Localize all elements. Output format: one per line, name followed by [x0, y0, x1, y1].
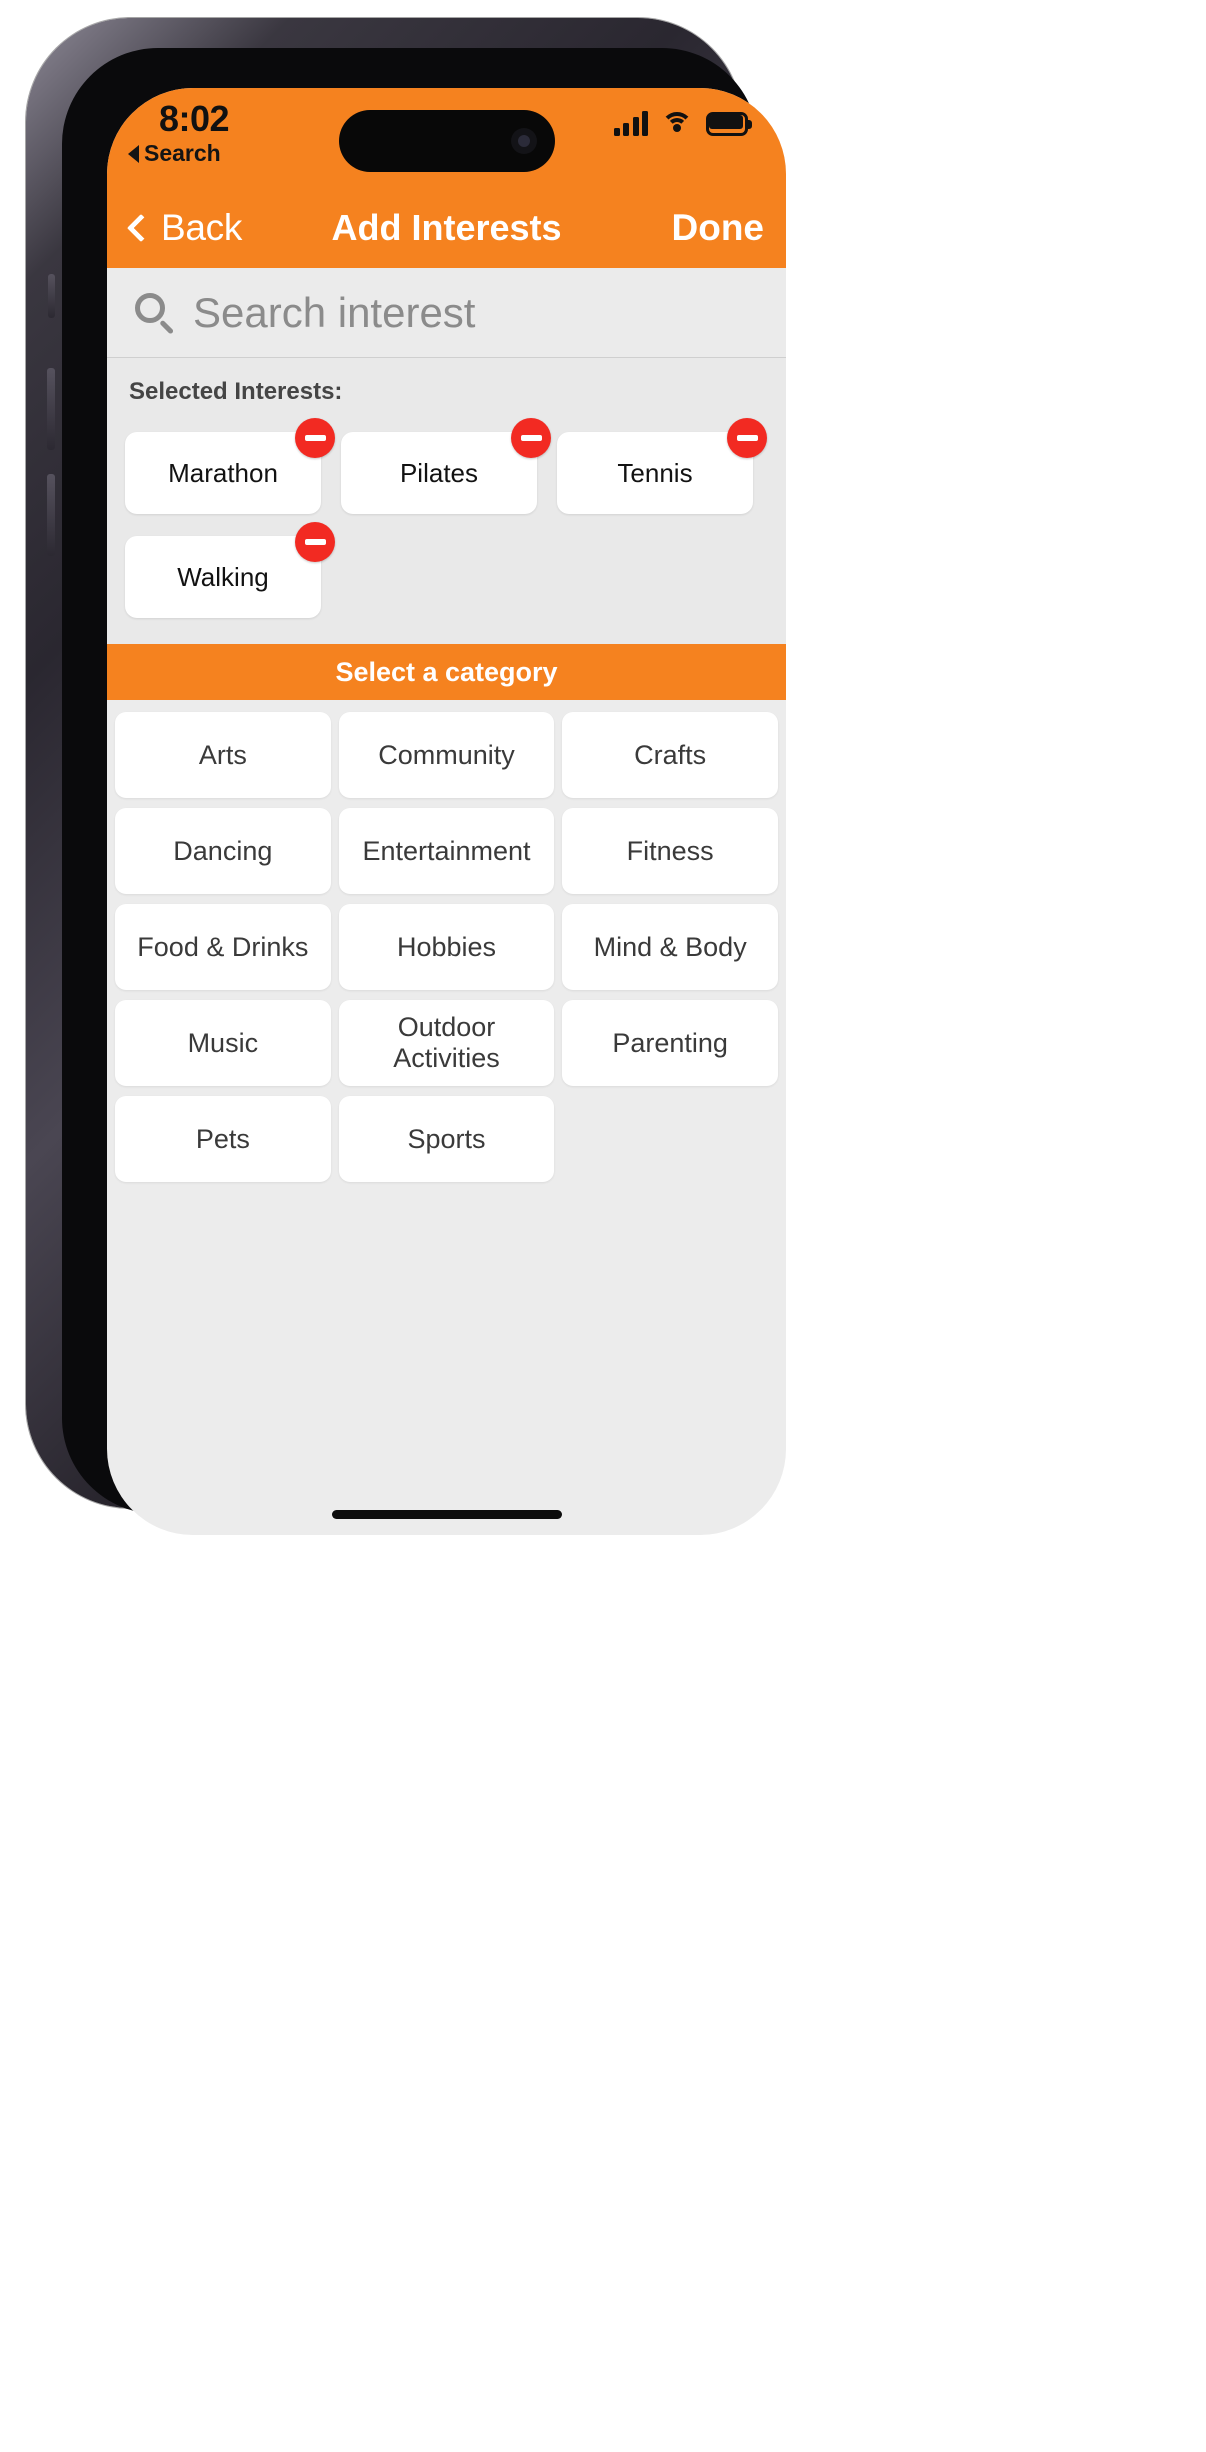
- category-card[interactable]: Outdoor Activities: [339, 1000, 555, 1086]
- wifi-icon: [661, 110, 693, 136]
- minus-bar: [305, 435, 326, 441]
- minus-circle-icon[interactable]: [727, 418, 767, 458]
- volume-up-button[interactable]: [47, 368, 55, 450]
- category-card[interactable]: Crafts: [562, 712, 778, 798]
- category-card[interactable]: Community: [339, 712, 555, 798]
- category-card[interactable]: Parenting: [562, 1000, 778, 1086]
- back-button[interactable]: Back: [125, 207, 242, 249]
- search-bar[interactable]: [107, 268, 786, 358]
- category-card[interactable]: Hobbies: [339, 904, 555, 990]
- page-title: Add Interests: [331, 207, 561, 249]
- silent-switch[interactable]: [48, 274, 55, 318]
- status-indicators: [614, 110, 753, 136]
- home-indicator[interactable]: [332, 1510, 562, 1519]
- selected-interests-section: Selected Interests: MarathonPilatesTenni…: [107, 358, 786, 644]
- selected-interest-chip[interactable]: Pilates: [341, 432, 537, 514]
- back-to-app-label: Search: [144, 140, 221, 167]
- phone-screen: 8:02 Search: [107, 88, 786, 1535]
- category-card[interactable]: Mind & Body: [562, 904, 778, 990]
- minus-bar: [737, 435, 758, 441]
- done-button[interactable]: Done: [672, 207, 765, 249]
- selected-interest-item: Walking: [125, 536, 321, 618]
- select-category-banner: Select a category: [107, 644, 786, 700]
- minus-circle-icon[interactable]: [295, 522, 335, 562]
- screenshot-root: 8:02 Search: [0, 0, 1206, 2452]
- selected-interests-title: Selected Interests:: [107, 378, 786, 406]
- selected-interest-item: Marathon: [125, 432, 321, 514]
- battery-full-icon: [706, 112, 752, 136]
- category-grid-spacer: [562, 1096, 778, 1182]
- minus-circle-icon[interactable]: [295, 418, 335, 458]
- category-card[interactable]: Entertainment: [339, 808, 555, 894]
- selected-interest-chip[interactable]: Marathon: [125, 432, 321, 514]
- selected-interest-item: Pilates: [341, 432, 537, 514]
- category-card[interactable]: Pets: [115, 1096, 331, 1182]
- dynamic-island: [339, 110, 555, 172]
- device-frame: 8:02 Search: [26, 18, 742, 1508]
- cellular-signal-icon: [614, 110, 649, 136]
- category-grid: ArtsCommunityCrafts DancingEntertainmentF…: [115, 712, 778, 1182]
- back-to-app-button[interactable]: Search: [128, 140, 221, 167]
- device-bezel: 8:02 Search: [62, 48, 758, 1514]
- status-time: 8:02: [159, 98, 229, 140]
- selected-interest-item: Tennis: [557, 432, 753, 514]
- category-card[interactable]: Food & Drinks: [115, 904, 331, 990]
- minus-bar: [305, 539, 326, 545]
- chevron-left-icon: [127, 214, 155, 242]
- triangle-left-icon: [128, 145, 139, 163]
- navigation-bar: Back Add Interests Done: [107, 188, 786, 268]
- volume-down-button[interactable]: [47, 474, 55, 556]
- minus-bar: [521, 435, 542, 441]
- category-card[interactable]: Arts: [115, 712, 331, 798]
- back-button-label: Back: [161, 207, 242, 249]
- front-camera-icon: [511, 128, 537, 154]
- category-area: ArtsCommunityCrafts DancingEntertainmentF…: [107, 700, 786, 1415]
- search-icon: [133, 291, 177, 335]
- category-card[interactable]: Music: [115, 1000, 331, 1086]
- category-card[interactable]: Dancing: [115, 808, 331, 894]
- minus-circle-icon[interactable]: [511, 418, 551, 458]
- category-card[interactable]: Sports: [339, 1096, 555, 1182]
- selected-interest-chip[interactable]: Walking: [125, 536, 321, 618]
- selected-interests-list: MarathonPilatesTennis Walking: [107, 432, 786, 618]
- selected-interest-chip[interactable]: Tennis: [557, 432, 753, 514]
- category-card[interactable]: Fitness: [562, 808, 778, 894]
- search-input[interactable]: [193, 289, 753, 337]
